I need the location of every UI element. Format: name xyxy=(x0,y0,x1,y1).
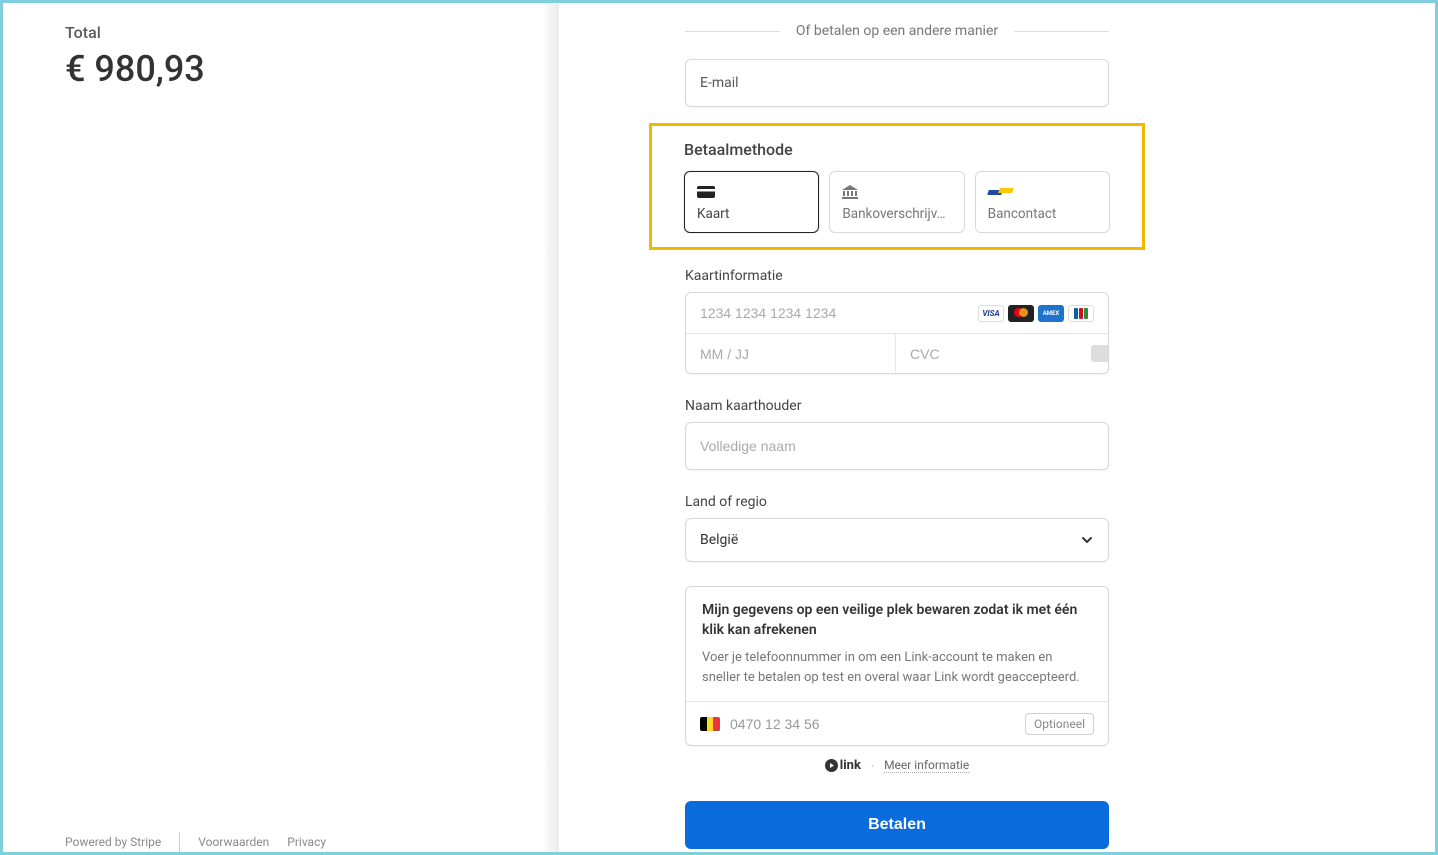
chevron-down-icon xyxy=(1080,533,1094,547)
bank-icon xyxy=(842,184,951,200)
payment-method-bancontact-label: Bancontact xyxy=(988,206,1097,222)
phone-input[interactable] xyxy=(730,716,1015,732)
payment-method-card[interactable]: Kaart xyxy=(684,171,819,233)
card-number-cell[interactable]: VISA AMEX xyxy=(686,293,1108,333)
card-number-input[interactable] xyxy=(700,305,978,321)
cardholder-input[interactable] xyxy=(700,438,1094,454)
cardholder-title: Naam kaarthouder xyxy=(685,398,1109,414)
payment-method-bancontact[interactable]: Bancontact xyxy=(975,171,1110,233)
email-row[interactable]: E-mail xyxy=(685,59,1109,107)
card-expiry-cell[interactable] xyxy=(686,333,895,373)
visa-icon: VISA xyxy=(978,305,1004,322)
card-cvc-input[interactable] xyxy=(910,346,1091,362)
bancontact-icon xyxy=(988,184,1097,200)
cvc-icon xyxy=(1091,345,1109,362)
checkout-form: Of betalen op een andere manier E-mail B… xyxy=(559,3,1435,852)
card-icon xyxy=(697,184,806,200)
card-info-title: Kaartinformatie xyxy=(685,268,1109,284)
cardholder-row[interactable] xyxy=(685,422,1109,470)
payment-method-title: Betaalmethode xyxy=(684,140,1110,159)
card-expiry-input[interactable] xyxy=(700,346,881,362)
payment-method-bank[interactable]: Bankoverschrijv… xyxy=(829,171,964,233)
region-title: Land of regio xyxy=(685,494,1109,510)
email-input[interactable] xyxy=(757,75,1094,91)
alt-payment-divider: Of betalen op een andere manier xyxy=(685,23,1109,39)
payment-method-bank-label: Bankoverschrijv… xyxy=(842,206,951,222)
footer-links: Powered by Stripe Voorwaarden Privacy xyxy=(65,832,326,852)
belgium-flag-icon[interactable] xyxy=(700,717,720,731)
amex-icon: AMEX xyxy=(1038,305,1064,322)
terms-link[interactable]: Voorwaarden xyxy=(198,835,269,849)
payment-method-card-label: Kaart xyxy=(697,206,806,222)
total-label: Total xyxy=(65,23,559,42)
payment-method-options: Kaart Bankoverschrijv… Bancontact xyxy=(684,171,1110,233)
card-cvc-cell[interactable] xyxy=(895,333,1109,373)
mastercard-icon xyxy=(1008,305,1034,322)
chevron-down-icon xyxy=(716,730,720,731)
pay-button[interactable]: Betalen xyxy=(685,801,1109,849)
order-summary: Total € 980,93 Powered by Stripe Voorwaa… xyxy=(3,3,559,852)
link-title: Mijn gegevens op een veilige plek beware… xyxy=(702,601,1092,640)
link-footer: link · Meer informatie xyxy=(685,758,1109,773)
optional-badge: Optioneel xyxy=(1025,713,1094,735)
footer-divider xyxy=(179,832,180,852)
link-save-box: Mijn gegevens op een veilige plek beware… xyxy=(685,586,1109,746)
separator-dot: · xyxy=(871,759,874,773)
alt-payment-label: Of betalen op een andere manier xyxy=(780,23,1014,39)
powered-by-label: Powered by Stripe xyxy=(65,835,161,849)
more-info-link[interactable]: Meer informatie xyxy=(884,758,969,773)
region-selected: België xyxy=(700,532,738,548)
email-label: E-mail xyxy=(700,75,739,91)
card-info-box: VISA AMEX xyxy=(685,292,1109,374)
total-amount: € 980,93 xyxy=(65,48,559,90)
link-logo: link xyxy=(825,758,861,773)
link-arrow-icon xyxy=(825,759,838,772)
link-description: Voer je telefoonnummer in om een Link-ac… xyxy=(702,648,1092,687)
card-brand-icons: VISA AMEX xyxy=(978,305,1094,322)
jcb-icon xyxy=(1068,305,1094,322)
link-phone-row[interactable]: Optioneel xyxy=(686,701,1108,745)
payment-method-highlight: Betaalmethode Kaart Bankoverschrijv… xyxy=(649,123,1145,250)
region-select[interactable]: België xyxy=(685,518,1109,562)
privacy-link[interactable]: Privacy xyxy=(287,835,326,849)
